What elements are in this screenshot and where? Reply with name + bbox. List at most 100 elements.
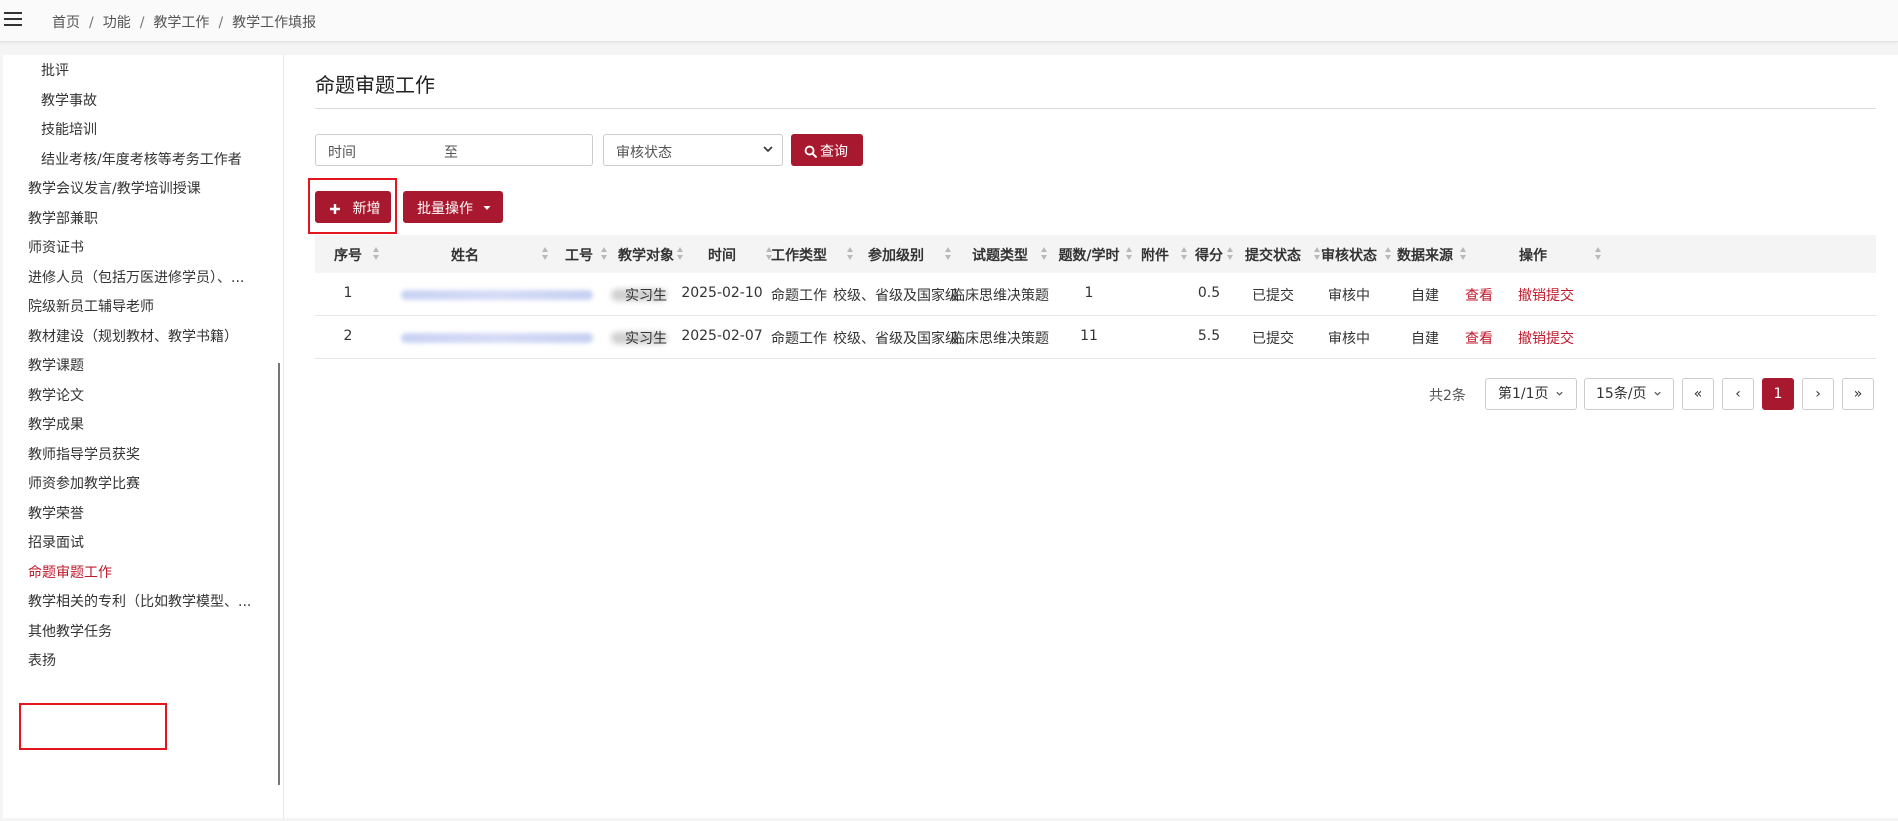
sort-icon[interactable] bbox=[1227, 247, 1234, 261]
sidebar-item[interactable]: 教学部兼职 bbox=[28, 210, 98, 228]
sidebar-item[interactable]: 师资参加教学比赛 bbox=[28, 475, 140, 493]
column-header[interactable]: 工号 bbox=[565, 245, 593, 265]
current-page-button[interactable]: 1 bbox=[1762, 378, 1794, 410]
cell-level: 校级、省级及国家级 bbox=[833, 331, 959, 347]
last-page-button[interactable]: » bbox=[1842, 378, 1874, 410]
batch-actions-button[interactable]: 批量操作 bbox=[403, 191, 503, 223]
breadcrumb-item[interactable]: 首页 bbox=[52, 15, 80, 31]
sidebar-item[interactable]: 院级新员工辅导老师 bbox=[28, 298, 154, 316]
view-link[interactable]: 查看 bbox=[1465, 328, 1493, 348]
cell-date: 2025-02-10 bbox=[681, 285, 763, 301]
date-range-input[interactable]: 时间 至 bbox=[315, 134, 593, 166]
page-select[interactable]: 第1/1页 bbox=[1485, 378, 1577, 410]
sort-icon[interactable] bbox=[677, 247, 684, 261]
sort-icon[interactable] bbox=[1126, 247, 1133, 261]
name-cell-redacted bbox=[401, 290, 593, 300]
caret-down-icon bbox=[483, 206, 491, 210]
breadcrumb-item[interactable]: 功能 bbox=[103, 15, 131, 31]
column-header[interactable]: 时间 bbox=[708, 245, 736, 265]
sidebar-item[interactable]: 教学事故 bbox=[41, 92, 97, 110]
sort-icon[interactable] bbox=[1181, 247, 1188, 261]
main-panel: 命题审题工作 时间 至 审核状态 查询 新增 批量操作 序号 姓名 工号 教学对象 时间… bbox=[283, 55, 1898, 818]
menu-icon[interactable] bbox=[4, 12, 22, 28]
sidebar-item[interactable]: 结业考核/年度考核等考务工作者 bbox=[41, 151, 242, 169]
sort-icon[interactable] bbox=[847, 247, 854, 261]
cell-question-type: 临床思维决策题 bbox=[951, 288, 1049, 304]
breadcrumb-item[interactable]: 教学工作 bbox=[153, 15, 209, 31]
revoke-submit-link[interactable]: 撤销提交 bbox=[1518, 328, 1574, 348]
cell-date: 2025-02-07 bbox=[681, 328, 763, 344]
sidebar-item[interactable]: 师资证书 bbox=[28, 239, 84, 257]
cell-submit-status: 已提交 bbox=[1252, 288, 1294, 304]
column-header[interactable]: 数据来源 bbox=[1397, 245, 1453, 265]
sidebar-scrollbar[interactable] bbox=[278, 363, 280, 785]
column-header[interactable]: 工作类型 bbox=[771, 245, 827, 265]
sidebar-item[interactable]: 教学课题 bbox=[28, 357, 84, 375]
column-header[interactable]: 提交状态 bbox=[1245, 245, 1301, 265]
sort-icon[interactable] bbox=[542, 247, 549, 261]
cell-level: 校级、省级及国家级 bbox=[833, 288, 959, 304]
cell-score: 0.5 bbox=[1197, 285, 1221, 301]
column-header[interactable]: 试题类型 bbox=[972, 245, 1028, 265]
name-cell-redacted bbox=[401, 333, 593, 343]
column-header[interactable]: 参加级别 bbox=[868, 245, 924, 265]
sidebar-item[interactable]: 教学荣誉 bbox=[28, 505, 84, 523]
title-divider bbox=[315, 108, 1876, 109]
column-header[interactable]: 操作 bbox=[1519, 245, 1547, 265]
query-button[interactable]: 查询 bbox=[791, 134, 863, 166]
sidebar-item-active[interactable]: 命题审题工作 bbox=[28, 564, 112, 582]
cell-question-type: 临床思维决策题 bbox=[951, 331, 1049, 347]
sidebar-item[interactable]: 其他教学任务 bbox=[28, 623, 112, 641]
chevron-down-icon bbox=[1556, 391, 1563, 396]
breadcrumb-separator: / bbox=[89, 15, 94, 31]
column-header[interactable]: 姓名 bbox=[451, 245, 479, 265]
next-page-button[interactable]: › bbox=[1802, 378, 1834, 410]
column-header[interactable]: 序号 bbox=[334, 245, 362, 265]
column-header[interactable]: 教学对象 bbox=[618, 245, 674, 265]
sidebar-highlight-box bbox=[19, 703, 167, 750]
cell-count: 1 bbox=[1084, 285, 1094, 301]
sort-icon[interactable] bbox=[1385, 247, 1392, 261]
cell-submit-status: 已提交 bbox=[1252, 331, 1294, 347]
batch-actions-label: 批量操作 bbox=[417, 201, 473, 217]
sidebar: 批评 教学事故 技能培训 结业考核/年度考核等考务工作者 教学会议发言/教学培训授课 教学… bbox=[3, 55, 283, 818]
sidebar-item[interactable]: 教学会议发言/教学培训授课 bbox=[28, 180, 201, 198]
sidebar-item[interactable]: 进修人员（包括万医进修学员）、... bbox=[28, 269, 244, 287]
sidebar-item[interactable]: 技能培训 bbox=[41, 121, 97, 139]
sidebar-item[interactable]: 教学成果 bbox=[28, 416, 84, 434]
plus-icon bbox=[330, 204, 340, 214]
date-start-placeholder[interactable]: 时间 bbox=[328, 142, 356, 162]
sidebar-item[interactable]: 教师指导学员获奖 bbox=[28, 446, 140, 464]
column-header[interactable]: 题数/学时 bbox=[1058, 245, 1119, 265]
column-header[interactable]: 附件 bbox=[1141, 245, 1169, 265]
sort-icon[interactable] bbox=[373, 247, 380, 261]
sidebar-item[interactable]: 教学论文 bbox=[28, 387, 84, 405]
column-header[interactable]: 得分 bbox=[1195, 245, 1223, 265]
add-button[interactable]: 新增 bbox=[315, 191, 391, 223]
breadcrumb-separator: / bbox=[139, 15, 145, 31]
table-row: 2 实习生 2025-02-07 命题工作 校级、省级及国家级 临床思维决策题 11 5.5 已… bbox=[315, 316, 1876, 359]
query-button-label: 查询 bbox=[820, 144, 848, 160]
breadcrumb-item[interactable]: 教学工作填报 bbox=[232, 15, 316, 31]
add-button-label: 新增 bbox=[352, 201, 381, 217]
sort-icon[interactable] bbox=[1041, 247, 1048, 261]
sort-icon[interactable] bbox=[945, 247, 952, 261]
sidebar-item[interactable]: 教材建设（规划教材、教学书籍） bbox=[28, 328, 238, 346]
page-select-label: 第1/1页 bbox=[1498, 386, 1549, 402]
sidebar-item[interactable]: 表扬 bbox=[28, 652, 56, 670]
sort-icon[interactable] bbox=[1460, 247, 1467, 261]
sidebar-item[interactable]: 批评 bbox=[41, 62, 69, 80]
review-status-select[interactable]: 审核状态 bbox=[603, 134, 783, 166]
page-size-select[interactable]: 15条/页 bbox=[1584, 378, 1674, 410]
sort-icon[interactable] bbox=[601, 247, 608, 261]
sidebar-item[interactable]: 招录面试 bbox=[28, 534, 84, 552]
page-size-select-label: 15条/页 bbox=[1596, 386, 1647, 402]
view-link[interactable]: 查看 bbox=[1465, 285, 1493, 305]
prev-page-button[interactable]: ‹ bbox=[1722, 378, 1754, 410]
first-page-button[interactable]: « bbox=[1682, 378, 1714, 410]
sort-icon[interactable] bbox=[1595, 247, 1602, 261]
sidebar-item[interactable]: 教学相关的专利（比如教学模型、... bbox=[28, 593, 251, 611]
revoke-submit-link[interactable]: 撤销提交 bbox=[1518, 285, 1574, 305]
sort-icon[interactable] bbox=[1314, 247, 1321, 261]
column-header[interactable]: 审核状态 bbox=[1321, 245, 1377, 265]
